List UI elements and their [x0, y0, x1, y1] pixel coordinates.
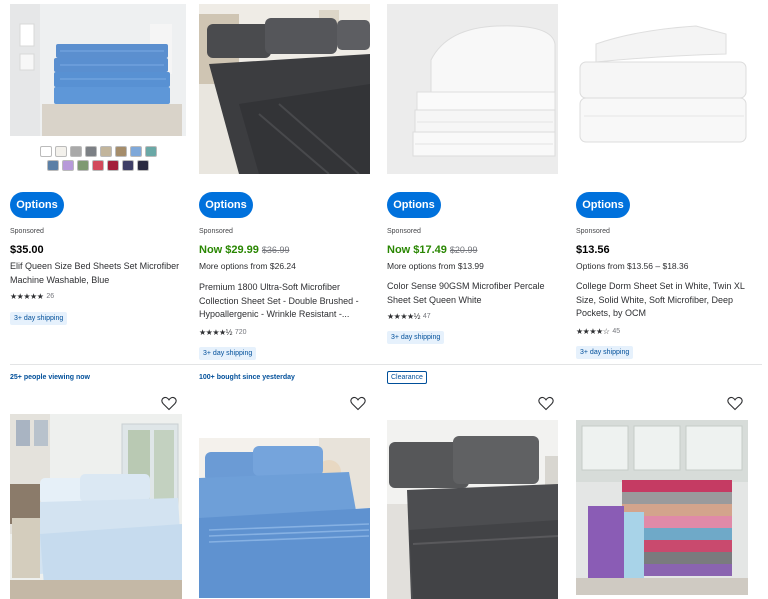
product-card[interactable]: Options Sponsored Now $29.99 $36.99 More …	[199, 4, 375, 360]
social-proof-tag: 100+ bought since yesterday	[199, 374, 295, 381]
heart-outline-icon[interactable]	[727, 396, 743, 411]
current-price: Now $17.49	[387, 244, 447, 256]
clearance-badge: Clearance	[387, 371, 427, 384]
review-count: 45	[612, 328, 621, 335]
sponsored-label: Sponsored	[10, 228, 44, 235]
rating: ★★★★☆ 45	[576, 327, 620, 336]
row-divider	[10, 364, 762, 365]
shipping-badge: 3+ day shipping	[576, 346, 634, 359]
more-options-price: More options from $26.24	[199, 261, 296, 271]
star-rating-icon: ★★★★★	[10, 292, 44, 301]
color-swatch[interactable]	[137, 160, 149, 171]
was-price: $36.99	[261, 245, 290, 255]
color-swatch[interactable]	[54, 146, 67, 157]
color-swatch[interactable]	[47, 160, 59, 171]
price: Now $17.49 $20.99	[387, 244, 477, 256]
options-button[interactable]: Options	[199, 192, 253, 218]
review-count: 47	[422, 313, 431, 320]
social-proof-tag: 25+ people viewing now	[10, 374, 90, 381]
was-price: $20.99	[449, 245, 478, 255]
color-swatch[interactable]	[62, 160, 74, 171]
color-swatch[interactable]	[99, 146, 112, 157]
color-swatch[interactable]	[84, 146, 97, 157]
color-swatches	[36, 146, 160, 174]
color-swatch[interactable]	[77, 160, 89, 171]
star-rating-icon: ★★★★½	[387, 312, 420, 321]
shipping-badge: 3+ day shipping	[387, 331, 445, 344]
color-swatch[interactable]	[39, 146, 52, 157]
price: Now $29.99 $36.99	[199, 244, 289, 256]
price: $13.56	[576, 244, 610, 256]
shipping-badge: 3+ day shipping	[199, 347, 257, 360]
options-button[interactable]: Options	[576, 192, 630, 218]
current-price: Now $29.99	[199, 244, 259, 256]
star-rating-icon: ★★★★½	[199, 328, 232, 337]
rating: ★★★★½ 720	[199, 328, 247, 337]
review-count: 26	[46, 293, 55, 300]
sponsored-label: Sponsored	[199, 228, 233, 235]
product-title[interactable]: Premium 1800 Ultra-Soft Microfiber Colle…	[199, 281, 375, 322]
rating: ★★★★½ 47	[387, 312, 431, 321]
color-swatch[interactable]	[92, 160, 104, 171]
shipping-badge: 3+ day shipping	[10, 312, 68, 325]
color-swatch[interactable]	[69, 146, 82, 157]
sponsored-label: Sponsored	[576, 228, 610, 235]
more-options-price: More options from $13.99	[387, 261, 484, 271]
options-button[interactable]: Options	[10, 192, 64, 218]
product-title[interactable]: College Dorm Sheet Set in White, Twin XL…	[576, 280, 752, 321]
product-image[interactable]	[199, 4, 370, 174]
price: $35.00	[10, 244, 44, 256]
heart-outline-icon[interactable]	[350, 396, 366, 411]
heart-outline-icon[interactable]	[538, 396, 554, 411]
color-swatch[interactable]	[122, 160, 134, 171]
review-count: 720	[234, 329, 247, 336]
heart-outline-icon[interactable]	[161, 396, 177, 411]
sponsored-label: Sponsored	[387, 228, 421, 235]
product-image[interactable]	[10, 414, 182, 599]
product-card[interactable]: Options Sponsored $13.56 Options from $1…	[576, 4, 752, 359]
more-options-price: Options from $13.56 – $18.36	[576, 261, 689, 271]
color-swatch[interactable]	[144, 146, 157, 157]
color-swatch[interactable]	[129, 146, 142, 157]
product-image[interactable]	[387, 420, 558, 599]
product-image[interactable]	[387, 4, 558, 174]
product-image[interactable]	[576, 420, 748, 595]
color-swatch[interactable]	[114, 146, 127, 157]
product-title[interactable]: Color Sense 90GSM Microfiber Percale She…	[387, 280, 563, 307]
product-image[interactable]	[199, 438, 370, 598]
star-rating-icon: ★★★★☆	[576, 327, 610, 336]
product-card[interactable]: Options Sponsored Now $17.49 $20.99 More …	[387, 4, 563, 344]
rating: ★★★★★ 26	[10, 292, 54, 301]
color-swatch[interactable]	[107, 160, 119, 171]
options-button[interactable]: Options	[387, 192, 441, 218]
product-image[interactable]	[576, 4, 752, 176]
product-title[interactable]: Elif Queen Size Bed Sheets Set Microfibe…	[10, 260, 186, 287]
product-card[interactable]: Options Sponsored $35.00 Elif Queen Size…	[10, 4, 186, 334]
